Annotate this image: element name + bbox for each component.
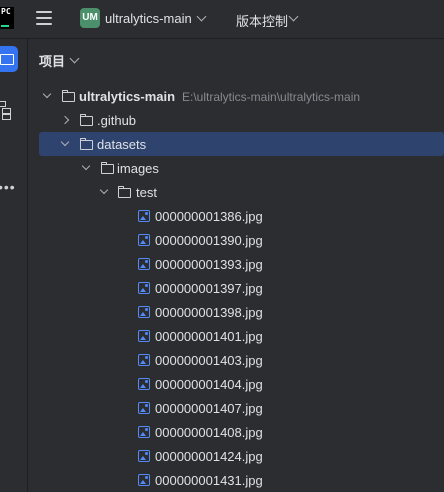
tree-row-file[interactable]: 000000001393.jpg	[27, 252, 444, 276]
tree-row-datasets[interactable]: datasets	[39, 132, 444, 156]
tree-label-file: 000000001407.jpg	[155, 401, 263, 416]
tree-label-file: 000000001401.jpg	[155, 329, 263, 344]
tree-label-file: 000000001386.jpg	[155, 209, 263, 224]
tree-label-file: 000000001424.jpg	[155, 449, 263, 464]
tree-label-file: 000000001390.jpg	[155, 233, 263, 248]
tree-row-file[interactable]: 000000001404.jpg	[27, 372, 444, 396]
vcs-dropdown[interactable]: 版本控制	[236, 11, 288, 30]
tree-row-file[interactable]: 000000001403.jpg	[27, 348, 444, 372]
tree-label-datasets: datasets	[97, 137, 147, 152]
expand-arrow-icon[interactable]	[42, 89, 52, 99]
image-file-icon	[138, 450, 150, 462]
image-file-icon	[138, 306, 150, 318]
tree-row-file[interactable]: 000000001386.jpg	[27, 204, 444, 228]
image-file-icon	[138, 426, 150, 438]
hamburger-menu-icon[interactable]	[36, 11, 52, 25]
image-file-icon	[138, 402, 150, 414]
image-file-icon	[138, 210, 150, 222]
tree-label-file: 000000001403.jpg	[155, 353, 263, 368]
tree-row-file[interactable]: 000000001390.jpg	[27, 228, 444, 252]
tree-row-images[interactable]: images	[27, 156, 444, 180]
image-file-icon	[138, 282, 150, 294]
tree-row-file[interactable]: 000000001408.jpg	[27, 420, 444, 444]
tree-label-file: 000000001404.jpg	[155, 377, 263, 392]
image-file-icon	[138, 258, 150, 270]
image-file-icon	[138, 474, 150, 486]
tree-row-root[interactable]: ultralytics-main E:\ultralytics-main\ult…	[27, 84, 444, 108]
tool-window-sidebar: •••	[0, 39, 28, 492]
image-file-icon	[138, 354, 150, 366]
project-badge[interactable]: UM	[80, 8, 100, 28]
tree-row-file[interactable]: 000000001407.jpg	[27, 396, 444, 420]
tree-label-file: 000000001393.jpg	[155, 257, 263, 272]
panel-chevron-down-icon[interactable]	[69, 53, 80, 64]
folder-icon	[117, 186, 131, 198]
tree-label-file: 000000001431.jpg	[155, 473, 263, 488]
tree-row-file[interactable]: 000000001397.jpg	[27, 276, 444, 300]
tree-label-file: 000000001397.jpg	[155, 281, 263, 296]
expand-arrow-icon[interactable]	[81, 161, 91, 171]
tree-row-file[interactable]: 000000001424.jpg	[27, 444, 444, 468]
pycharm-logo-icon: PC	[0, 7, 14, 29]
folder-icon	[100, 162, 114, 174]
structure-tool-icon[interactable]	[0, 101, 11, 120]
app-logo-text: PC	[1, 7, 11, 16]
image-file-icon	[138, 378, 150, 390]
project-chevron-down-icon[interactable]	[196, 11, 207, 22]
tree-label-github: .github	[97, 113, 137, 128]
tree-row-test[interactable]: test	[27, 180, 444, 204]
project-name-dropdown[interactable]: ultralytics-main	[105, 11, 192, 26]
folder-icon	[79, 114, 93, 126]
tree-row-file[interactable]: 000000001398.jpg	[27, 300, 444, 324]
panel-title[interactable]: 项目	[39, 51, 65, 70]
project-tool-icon[interactable]	[0, 46, 18, 72]
image-file-icon	[138, 234, 150, 246]
tree-label-file: 000000001408.jpg	[155, 425, 263, 440]
title-bar: PC UM ultralytics-main 版本控制	[0, 0, 444, 39]
tree-row-file[interactable]: 000000001401.jpg	[27, 324, 444, 348]
vcs-chevron-down-icon[interactable]	[288, 11, 299, 22]
tree-label-images: images	[117, 161, 159, 176]
folder-icon	[61, 90, 75, 102]
tree-row-github[interactable]: .github	[27, 108, 444, 132]
tree-row-file[interactable]: 000000001431.jpg	[27, 468, 444, 492]
expand-arrow-icon[interactable]	[60, 137, 70, 147]
tree-label-root: ultralytics-main	[79, 89, 176, 104]
tree-label-file: 000000001398.jpg	[155, 305, 263, 320]
expand-arrow-icon[interactable]	[99, 185, 109, 195]
more-tools-icon[interactable]: •••	[0, 179, 16, 195]
collapse-arrow-icon[interactable]	[60, 115, 70, 125]
image-file-icon	[138, 330, 150, 342]
tree-label-test: test	[136, 185, 157, 200]
folder-icon	[79, 138, 93, 150]
root-path: E:\ultralytics-main\ultralytics-main	[182, 90, 361, 104]
